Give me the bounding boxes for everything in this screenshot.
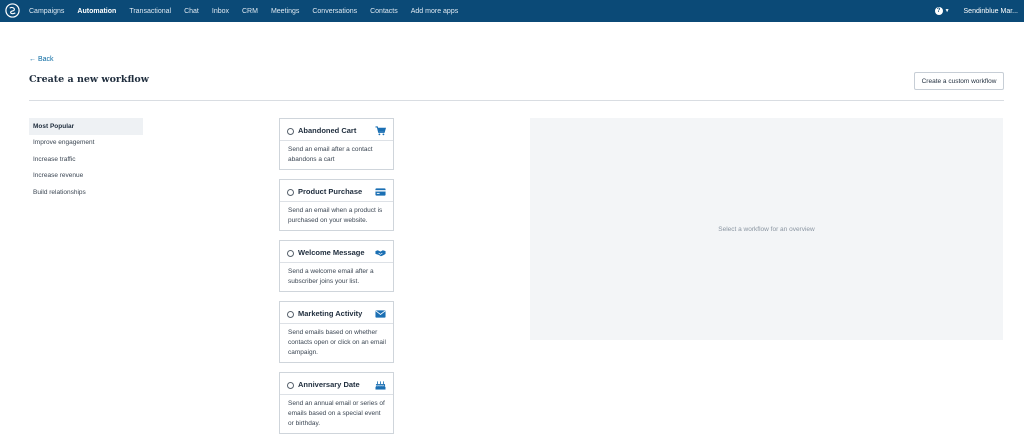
nav-campaigns[interactable]: Campaigns xyxy=(29,8,64,15)
chevron-down-icon: ▼ xyxy=(944,8,950,14)
workflow-radio[interactable] xyxy=(287,250,294,257)
workflow-overview-panel: Select a workflow for an overview xyxy=(530,118,1003,340)
card-title: Abandoned Cart xyxy=(298,126,357,135)
nav-meetings[interactable]: Meetings xyxy=(271,8,299,15)
nav-transactional[interactable]: Transactional xyxy=(129,8,171,15)
card-title: Welcome Message xyxy=(298,248,365,257)
workflow-card-marketing-activity[interactable]: Marketing Activity Send emails based on … xyxy=(279,301,394,363)
card-description: Send an email after a contact abandons a… xyxy=(288,146,373,163)
card-title: Marketing Activity xyxy=(298,309,363,318)
category-build-relationships[interactable]: Build relationships xyxy=(29,184,143,201)
workflow-card-welcome-message[interactable]: Welcome Message Send a welcome email aft… xyxy=(279,240,394,292)
nav-add-more-apps[interactable]: Add more apps xyxy=(411,8,458,15)
overview-placeholder: Select a workflow for an overview xyxy=(718,225,815,233)
workflow-radio[interactable] xyxy=(287,382,294,389)
back-link[interactable]: ← Back xyxy=(29,56,54,63)
nav-conversations[interactable]: Conversations xyxy=(312,8,357,15)
card-header: Abandoned Cart xyxy=(280,119,393,141)
card-description: Send emails based on whether contacts op… xyxy=(288,329,386,356)
workflow-card-abandoned-cart[interactable]: Abandoned Cart Send an email after a con… xyxy=(279,118,394,170)
header-divider xyxy=(29,100,1004,101)
category-increase-revenue[interactable]: Increase revenue xyxy=(29,168,143,185)
card-title: Anniversary Date xyxy=(298,380,360,389)
sendinblue-logo-icon[interactable] xyxy=(5,3,20,18)
create-custom-workflow-button[interactable]: Create a custom workflow xyxy=(914,72,1004,90)
card-description: Send an annual email or series of emails… xyxy=(288,400,385,427)
category-improve-engagement[interactable]: Improve engagement xyxy=(29,135,143,152)
page-title: Create a new workflow xyxy=(29,74,149,85)
workflow-radio[interactable] xyxy=(287,189,294,196)
workflow-radio[interactable] xyxy=(287,128,294,135)
nav-inbox[interactable]: Inbox xyxy=(212,8,229,15)
nav-crm[interactable]: CRM xyxy=(242,8,258,15)
workflow-card-product-purchase[interactable]: Product Purchase Send an email when a pr… xyxy=(279,179,394,231)
nav-right: ? ▼ Sendinblue Mar... xyxy=(934,0,1018,22)
card-header: Marketing Activity xyxy=(280,302,393,324)
card-description: Send an email when a product is purchase… xyxy=(288,207,383,224)
envelope-icon xyxy=(375,310,386,318)
main-nav: Campaigns Automation Transactional Chat … xyxy=(29,0,471,22)
workflow-radio[interactable] xyxy=(287,311,294,318)
handshake-icon xyxy=(375,250,386,257)
card-title: Product Purchase xyxy=(298,187,363,196)
top-nav-bar: Campaigns Automation Transactional Chat … xyxy=(0,0,1024,22)
card-header: Welcome Message xyxy=(280,241,393,263)
card-description: Send a welcome email after a subscriber … xyxy=(288,268,374,285)
category-most-popular[interactable]: Most Popular xyxy=(29,118,143,135)
category-increase-traffic[interactable]: Increase traffic xyxy=(29,151,143,168)
help-menu[interactable]: ? ▼ xyxy=(934,7,950,15)
shopping-cart-icon xyxy=(375,126,386,136)
card-header: Product Purchase xyxy=(280,180,393,202)
workflow-card-anniversary-date[interactable]: Anniversary Date Send an annual email or… xyxy=(279,372,394,434)
nav-chat[interactable]: Chat xyxy=(184,8,199,15)
category-list: Most Popular Improve engagement Increase… xyxy=(29,118,143,201)
birthday-cake-icon xyxy=(375,381,386,390)
card-header: Anniversary Date xyxy=(280,373,393,395)
credit-card-icon xyxy=(375,188,386,196)
nav-contacts[interactable]: Contacts xyxy=(370,8,398,15)
question-circle-icon: ? xyxy=(934,7,943,15)
nav-automation[interactable]: Automation xyxy=(77,8,116,15)
account-menu[interactable]: Sendinblue Mar... xyxy=(964,8,1018,15)
